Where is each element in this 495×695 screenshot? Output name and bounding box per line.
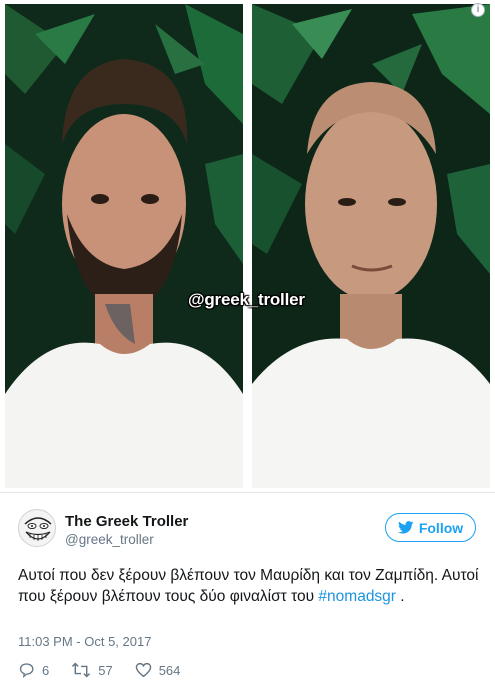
tweet-text: Αυτοί που δεν ξέρουν βλέπουν τον Μαυρίδη… xyxy=(18,565,488,607)
reply-icon xyxy=(19,663,34,678)
retweet-icon xyxy=(72,662,91,678)
like-count: 564 xyxy=(158,662,181,678)
trollface-avatar[interactable] xyxy=(18,509,56,547)
info-icon[interactable]: i xyxy=(471,3,485,17)
tweet-timestamp[interactable]: 11:03 PM - Oct 5, 2017 xyxy=(18,634,151,649)
author-name[interactable]: The Greek Troller xyxy=(65,513,188,530)
retweet-button[interactable]: 57 xyxy=(71,662,113,678)
tweet-actions: 6 57 564 xyxy=(18,660,202,680)
follow-button[interactable]: Follow xyxy=(385,513,476,542)
like-button[interactable]: 564 xyxy=(135,662,181,678)
divider xyxy=(0,492,495,493)
twitter-bird-icon xyxy=(397,521,414,534)
reply-button[interactable]: 6 xyxy=(18,662,49,678)
heart-icon xyxy=(135,662,151,678)
retweet-count: 57 xyxy=(98,662,113,678)
follow-label: Follow xyxy=(418,519,464,536)
tweet-body: Αυτοί που δεν ξέρουν βλέπουν τον Μαυρίδη… xyxy=(18,567,479,605)
tweet-suffix: . xyxy=(395,588,405,605)
author-handle[interactable]: @greek_troller xyxy=(65,532,154,547)
image-watermark: @greek_troller xyxy=(188,290,305,309)
reply-count: 6 xyxy=(42,662,50,678)
left-photo xyxy=(5,4,243,488)
tweet-media[interactable]: @greek_troller i xyxy=(0,0,495,492)
right-photo xyxy=(252,4,490,488)
hashtag-link[interactable]: #nomadsgr xyxy=(318,588,396,605)
